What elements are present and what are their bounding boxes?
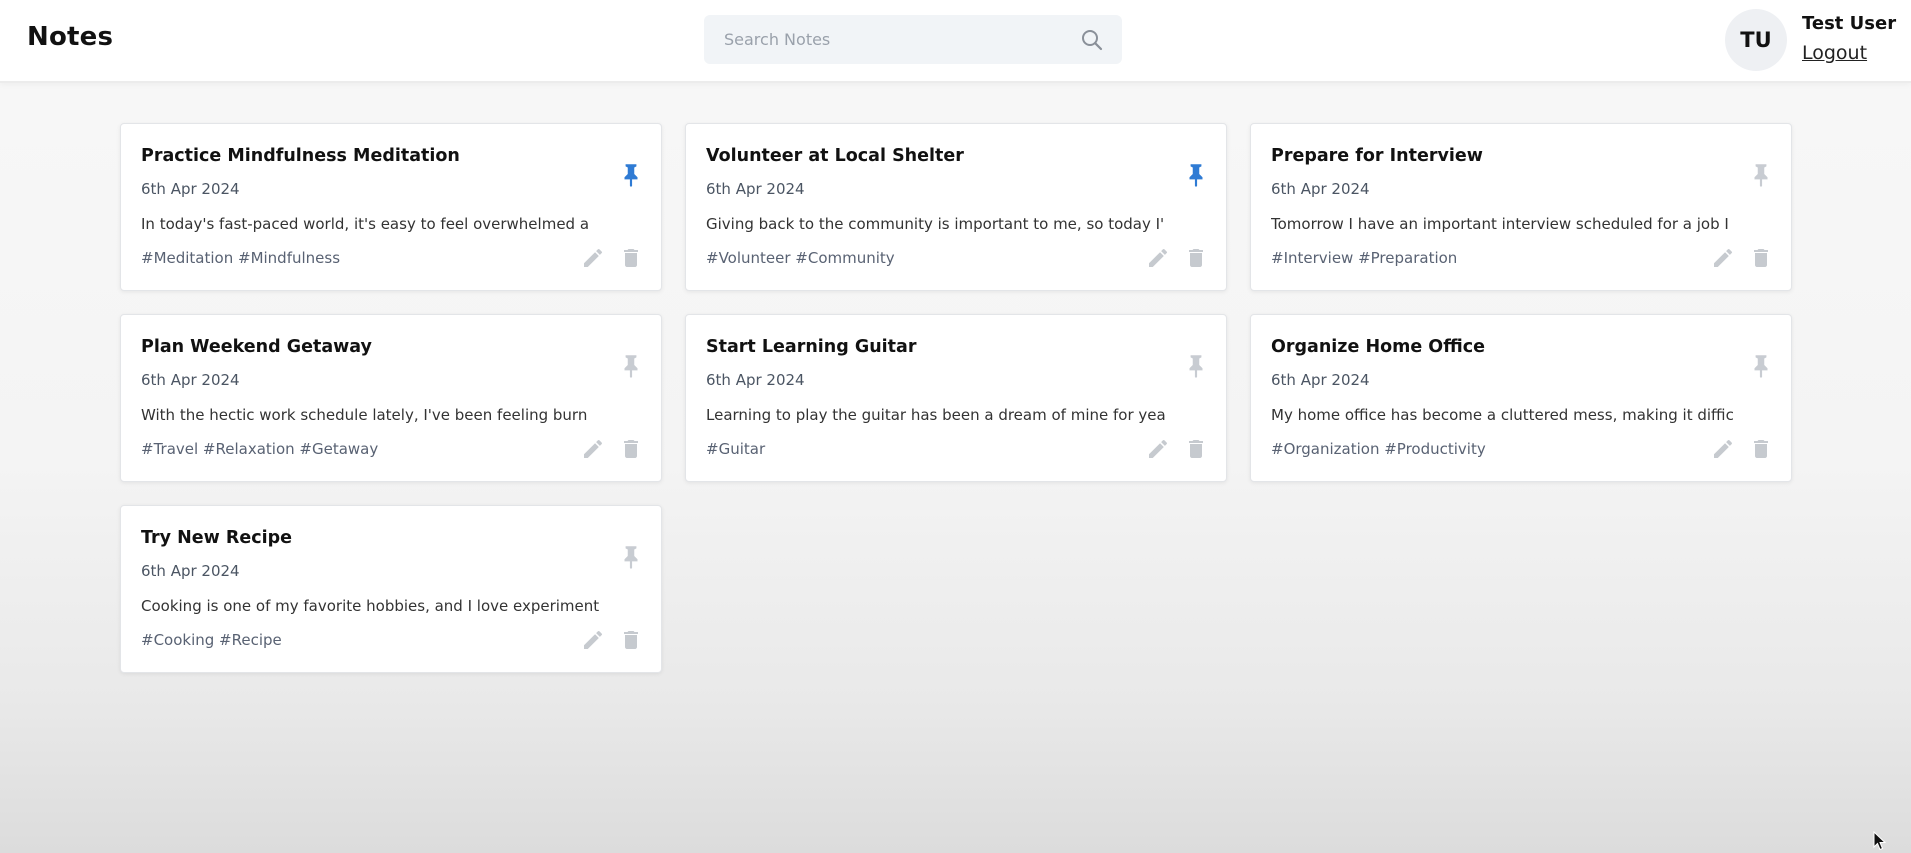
logout-link[interactable]: Logout: [1802, 42, 1867, 64]
search-input[interactable]: [724, 15, 1054, 64]
navbar: Notes TU Test User Logout: [0, 0, 1911, 83]
note-date: 6th Apr 2024: [141, 180, 240, 198]
note-date: 6th Apr 2024: [706, 180, 805, 198]
delete-icon[interactable]: [1749, 245, 1773, 271]
pin-icon[interactable]: [618, 351, 644, 379]
note-card[interactable]: Plan Weekend Getaway 6th Apr 2024 With t…: [120, 314, 662, 482]
note-title: Organize Home Office: [1271, 337, 1485, 357]
delete-icon[interactable]: [1184, 436, 1208, 462]
note-title: Practice Mindfulness Meditation: [141, 146, 460, 166]
note-content: Giving back to the community is importan…: [706, 215, 1165, 233]
delete-icon[interactable]: [1749, 436, 1773, 462]
delete-icon[interactable]: [619, 436, 643, 462]
delete-icon[interactable]: [1184, 245, 1208, 271]
note-tags: #Organization #Productivity: [1271, 440, 1486, 458]
note-date: 6th Apr 2024: [141, 371, 240, 389]
delete-icon[interactable]: [619, 245, 643, 271]
note-card[interactable]: Start Learning Guitar 6th Apr 2024 Learn…: [685, 314, 1227, 482]
note-content: My home office has become a cluttered me…: [1271, 406, 1734, 424]
note-card[interactable]: Practice Mindfulness Meditation 6th Apr …: [120, 123, 662, 291]
note-card[interactable]: Volunteer at Local Shelter 6th Apr 2024 …: [685, 123, 1227, 291]
pin-icon[interactable]: [1183, 351, 1209, 379]
note-title: Plan Weekend Getaway: [141, 337, 372, 357]
note-content: Learning to play the guitar has been a d…: [706, 406, 1166, 424]
edit-icon[interactable]: [581, 437, 605, 461]
note-tags: #Volunteer #Community: [706, 249, 895, 267]
note-card[interactable]: Prepare for Interview 6th Apr 2024 Tomor…: [1250, 123, 1792, 291]
note-tags: #Cooking #Recipe: [141, 631, 282, 649]
note-title: Prepare for Interview: [1271, 146, 1483, 166]
avatar: TU: [1725, 9, 1787, 71]
edit-icon[interactable]: [581, 628, 605, 652]
note-tags: #Meditation #Mindfulness: [141, 249, 341, 267]
note-title: Volunteer at Local Shelter: [706, 146, 964, 166]
edit-icon[interactable]: [1711, 437, 1735, 461]
note-card[interactable]: Organize Home Office 6th Apr 2024 My hom…: [1250, 314, 1792, 482]
mouse-cursor-icon: [1873, 831, 1887, 851]
user-name: Test User: [1802, 13, 1897, 34]
note-tags: #Guitar: [706, 440, 766, 458]
note-tags: #Interview #Preparation: [1271, 249, 1458, 267]
note-content: Cooking is one of my favorite hobbies, a…: [141, 597, 600, 615]
search-icon[interactable]: [1080, 28, 1104, 52]
search-bar[interactable]: [704, 15, 1122, 64]
note-content: With the hectic work schedule lately, I'…: [141, 406, 588, 424]
note-content: In today's fast-paced world, it's easy t…: [141, 215, 590, 233]
note-date: 6th Apr 2024: [706, 371, 805, 389]
edit-icon[interactable]: [1146, 437, 1170, 461]
note-title: Start Learning Guitar: [706, 337, 917, 357]
pin-icon[interactable]: [1748, 160, 1774, 188]
note-date: 6th Apr 2024: [1271, 371, 1370, 389]
note-tags: #Travel #Relaxation #Getaway: [141, 440, 379, 458]
edit-icon[interactable]: [1146, 246, 1170, 270]
pin-icon[interactable]: [1183, 160, 1209, 188]
app-title: Notes: [27, 22, 114, 52]
pin-icon[interactable]: [618, 160, 644, 188]
note-date: 6th Apr 2024: [1271, 180, 1370, 198]
edit-icon[interactable]: [1711, 246, 1735, 270]
pin-icon[interactable]: [618, 542, 644, 570]
note-content: Tomorrow I have an important interview s…: [1271, 215, 1729, 233]
edit-icon[interactable]: [581, 246, 605, 270]
delete-icon[interactable]: [619, 627, 643, 653]
note-card[interactable]: Try New Recipe 6th Apr 2024 Cooking is o…: [120, 505, 662, 673]
pin-icon[interactable]: [1748, 351, 1774, 379]
note-title: Try New Recipe: [141, 528, 293, 548]
note-date: 6th Apr 2024: [141, 562, 240, 580]
